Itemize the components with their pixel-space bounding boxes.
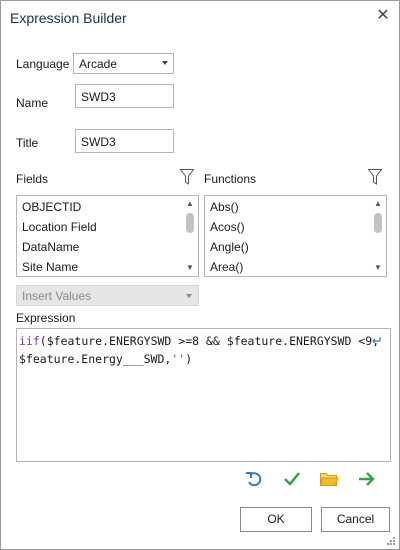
code-token: $feature.Energy___SWD: [19, 352, 165, 366]
chevron-down-icon[interactable]: ▼: [182, 261, 198, 275]
code-token: ): [185, 352, 193, 366]
code-token: &&: [199, 334, 227, 348]
chevron-down-icon[interactable]: ▼: [370, 261, 386, 275]
title-field[interactable]: SWD3: [75, 129, 174, 153]
chevron-up-icon[interactable]: ▲: [182, 197, 198, 211]
list-item[interactable]: Location Field: [17, 217, 182, 237]
language-label: Language: [16, 57, 70, 71]
code-token: iif: [19, 334, 40, 348]
functions-filter-icon[interactable]: [368, 169, 382, 185]
expression-label: Expression: [16, 311, 76, 325]
insert-values-dropdown[interactable]: Insert Values: [16, 285, 199, 306]
code-token: >=: [171, 334, 193, 348]
code-token: (: [39, 334, 47, 348]
functions-list[interactable]: Abs() Acos() Angle() Area() ▲ ▼: [204, 195, 387, 277]
expression-builder-dialog: Expression Builder ✕ Language Arcade Nam…: [0, 0, 400, 550]
name-label: Name: [16, 96, 49, 110]
scroll-thumb[interactable]: [186, 213, 194, 233]
expression-editor[interactable]: iif($feature.ENERGYSWD >=8 && $feature.E…: [16, 328, 391, 462]
arrow-right-icon[interactable]: [357, 469, 377, 489]
chevron-up-icon[interactable]: ▲: [370, 197, 386, 211]
folder-icon[interactable]: [319, 469, 339, 489]
list-item[interactable]: Angle(): [205, 237, 370, 257]
cancel-button[interactable]: Cancel: [321, 507, 390, 532]
fields-list[interactable]: OBJECTID Location Field DataName Site Na…: [16, 195, 199, 277]
list-item[interactable]: DataName: [17, 237, 182, 257]
expression-line-1: iif($feature.ENERGYSWD >=8 && $feature.E…: [19, 332, 388, 350]
code-token: $feature.ENERGYSWD: [46, 334, 172, 348]
title-label: Title: [16, 136, 39, 150]
word-wrap-icon: [372, 337, 381, 344]
chevron-down-icon: [186, 294, 192, 298]
code-token: <: [351, 334, 366, 348]
functions-label: Functions: [204, 172, 257, 186]
fields-label: Fields: [16, 172, 49, 186]
scroll-thumb[interactable]: [374, 213, 382, 233]
fields-scrollbar[interactable]: ▲ ▼: [182, 196, 198, 276]
ok-button[interactable]: OK: [240, 507, 312, 532]
code-token: $feature.ENERGYSWD: [226, 334, 352, 348]
insert-values-label: Insert Values: [22, 289, 92, 303]
list-item[interactable]: Abs(): [205, 197, 370, 217]
functions-scrollbar[interactable]: ▲ ▼: [370, 196, 386, 276]
dialog-title: Expression Builder: [10, 10, 127, 26]
expression-line-2: $feature.Energy___SWD,''): [19, 350, 388, 368]
resize-grip-icon[interactable]: [386, 536, 396, 546]
list-item[interactable]: OBJECTID: [17, 197, 182, 217]
close-icon[interactable]: ✕: [373, 6, 393, 26]
chevron-down-icon: [162, 61, 168, 65]
code-token: '': [171, 352, 186, 366]
language-value: Arcade: [79, 57, 118, 71]
language-dropdown[interactable]: Arcade: [73, 53, 174, 74]
list-item[interactable]: Site Name: [17, 257, 182, 276]
undo-icon[interactable]: [244, 469, 264, 489]
fields-filter-icon[interactable]: [180, 169, 194, 185]
list-item[interactable]: Acos(): [205, 217, 370, 237]
check-icon[interactable]: [282, 469, 302, 489]
list-item[interactable]: Area(): [205, 257, 370, 276]
name-field[interactable]: SWD3: [75, 84, 174, 108]
